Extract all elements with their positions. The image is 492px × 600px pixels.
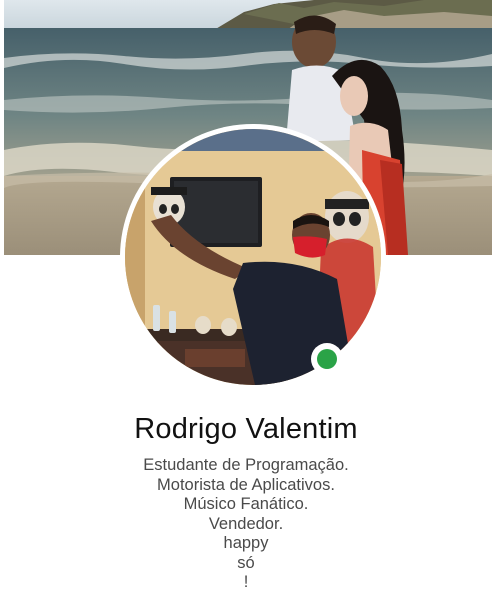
profile-avatar-image [125, 129, 381, 385]
bio-line: Músico Fanático. [183, 495, 309, 513]
bio-line: Motorista de Aplicativos. [157, 475, 335, 494]
online-status-indicator [311, 343, 343, 375]
profile-avatar-frame[interactable] [120, 124, 386, 390]
profile-bio: Estudante de Programação. Motorista de A… [0, 456, 492, 593]
profile-avatar[interactable] [125, 129, 381, 385]
profile-name: Rodrigo Valentim [134, 413, 358, 445]
bio-line: happy [223, 534, 269, 552]
bio-line: só [237, 553, 255, 572]
bio-line: ! [243, 573, 249, 591]
bio-line: Vendedor. [208, 514, 284, 533]
bio-line: Estudante de Programação. [143, 456, 349, 474]
online-status-dot-icon [317, 349, 337, 369]
